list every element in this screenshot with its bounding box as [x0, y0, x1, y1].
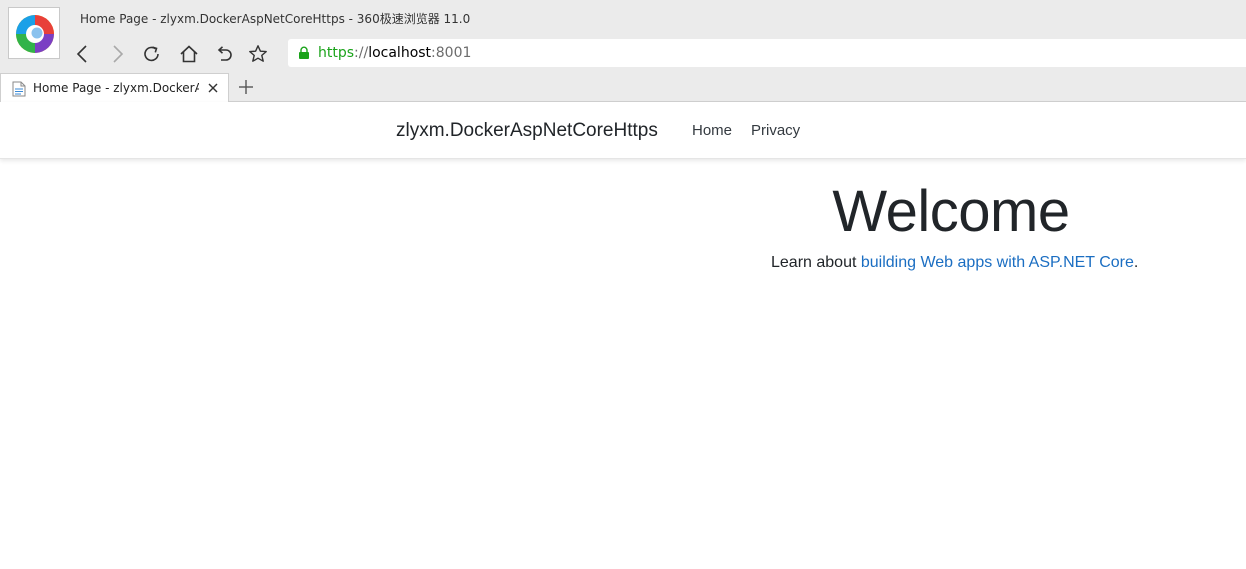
back-button[interactable]	[71, 42, 95, 66]
aspnet-docs-link[interactable]: building Web apps with ASP.NET Core	[861, 254, 1134, 271]
forward-button[interactable]	[105, 42, 129, 66]
lead-prefix: Learn about	[771, 254, 861, 271]
site-brand-link[interactable]: zlyxm.DockerAspNetCoreHttps	[396, 120, 658, 142]
nav-link-home[interactable]: Home	[692, 122, 732, 139]
reload-icon	[144, 46, 159, 62]
home-icon	[180, 45, 198, 63]
tab-strip: Home Page - zlyxm.DockerAspNetCoreHttps	[0, 72, 1246, 102]
window-title: Home Page - zlyxm.DockerAspNetCoreHttps …	[80, 12, 471, 26]
undo-close-button[interactable]	[212, 42, 236, 66]
reload-button[interactable]	[140, 42, 164, 66]
lead-suffix: .	[1133, 254, 1139, 271]
lock-icon	[299, 46, 309, 59]
page-heading: Welcome	[832, 179, 1070, 244]
browser-chrome: Home Page - zlyxm.DockerAspNetCoreHttps …	[0, 0, 1246, 102]
nav-link-privacy[interactable]: Privacy	[751, 122, 800, 139]
star-icon	[249, 45, 267, 62]
undo-icon	[217, 46, 232, 61]
plus-icon[interactable]	[236, 77, 256, 97]
lead-paragraph: Learn about building Web apps with ASP.N…	[771, 254, 1138, 272]
url-host: localhost	[368, 45, 432, 61]
back-arrow-icon	[76, 45, 87, 63]
page-favicon-icon	[12, 81, 26, 97]
tab-home-page[interactable]: Home Page - zlyxm.DockerAspNetCoreHttps	[0, 73, 229, 102]
home-button[interactable]	[177, 42, 201, 66]
url-port: :8001	[431, 45, 472, 61]
360-browser-logo-icon	[16, 15, 54, 53]
url-scheme: https	[318, 45, 355, 61]
browser-logo[interactable]	[8, 7, 60, 59]
forward-arrow-icon	[113, 45, 124, 63]
bookmark-button[interactable]	[246, 42, 270, 66]
tab-label: Home Page - zlyxm.DockerAspNetCoreHttps	[33, 81, 199, 95]
address-bar[interactable]: https://localhost:8001	[288, 39, 1246, 67]
url-separator: ://	[354, 45, 369, 61]
site-navbar: zlyxm.DockerAspNetCoreHttps Home Privacy	[0, 102, 1246, 159]
close-icon[interactable]	[206, 81, 220, 95]
url-text[interactable]: https://localhost:8001	[318, 45, 471, 61]
